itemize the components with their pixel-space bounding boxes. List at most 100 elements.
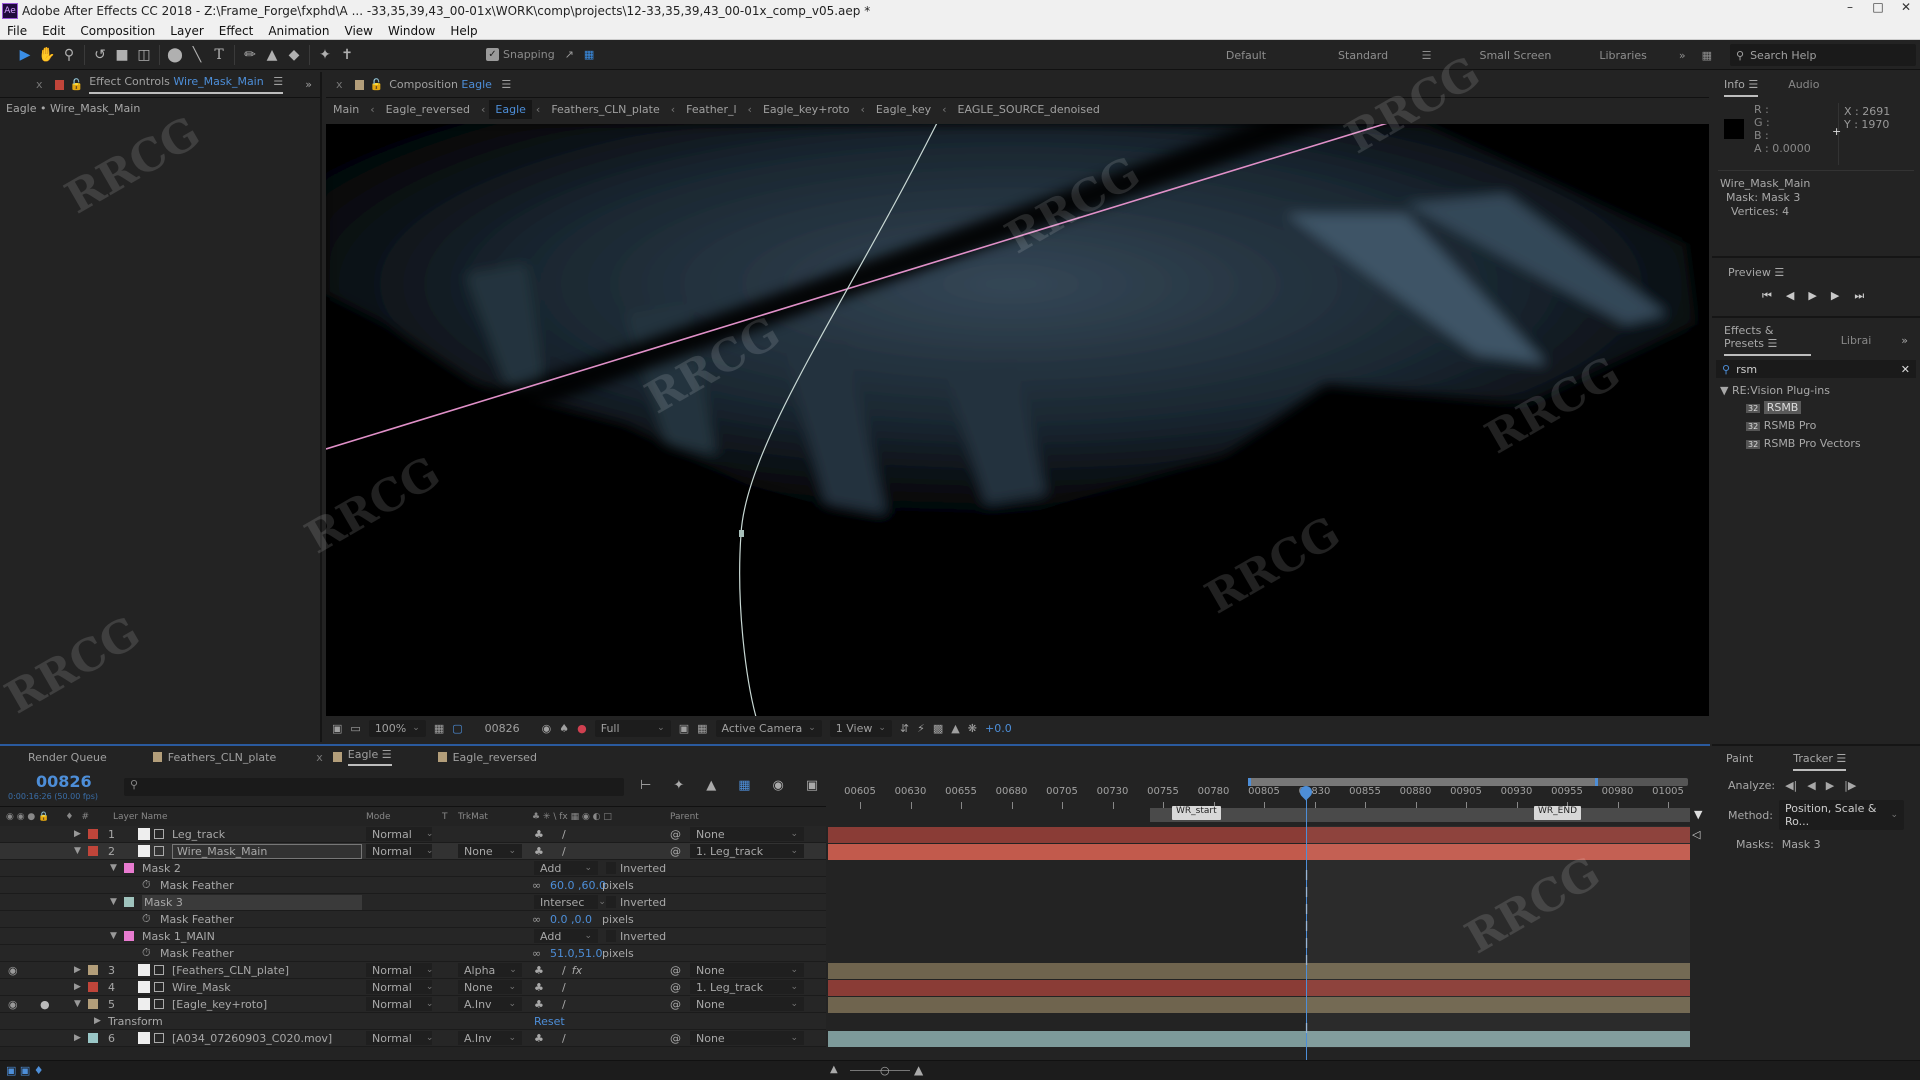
fast-previews-icon[interactable]: ⚡ bbox=[917, 722, 925, 735]
menu-edit[interactable]: Edit bbox=[35, 24, 73, 38]
timeline-tab-eagle-reversed[interactable]: Eagle_reversed bbox=[432, 751, 555, 764]
pick-whip-icon[interactable]: @ bbox=[670, 998, 681, 1011]
layer-row[interactable]: ◉ ● ▼ 5 [Eagle_key+roto] Normal ⌄ A.Inv ⌄ ♣… bbox=[0, 996, 826, 1013]
layer-row[interactable]: ▼ 2 Wire_Mask_Main Normal ⌄ None ⌄ ♣ / @ 1… bbox=[0, 843, 826, 860]
current-timecode[interactable]: 00826 bbox=[36, 772, 92, 791]
zoom-tool-icon[interactable]: ⚲ bbox=[58, 44, 80, 66]
parent-dropdown[interactable]: None ⌄ bbox=[690, 963, 804, 977]
pick-whip-icon[interactable]: @ bbox=[670, 845, 681, 858]
transform-group[interactable]: Transform bbox=[108, 1015, 163, 1028]
trkmat-dropdown[interactable]: A.Inv ⌄ bbox=[458, 997, 522, 1011]
timeline-tab-feathers[interactable]: Feathers_CLN_plate bbox=[147, 751, 316, 764]
constrain-link-icon[interactable]: ∞ bbox=[532, 913, 541, 926]
breadcrumb-eagle-key-roto[interactable]: Eagle_key+roto bbox=[756, 103, 857, 116]
parent-dropdown[interactable]: 1. Leg_track ⌄ bbox=[690, 980, 804, 994]
method-dropdown[interactable]: Position, Scale & Ro... ⌄ bbox=[1778, 800, 1904, 830]
menu-help[interactable]: Help bbox=[443, 24, 485, 38]
mask-row[interactable]: ▼ Mask 2 Add ⌄ Inverted bbox=[0, 860, 826, 877]
layer-row[interactable]: ▶ 6 [A034_07260903_C020.mov] Normal ⌄ A.I… bbox=[0, 1030, 826, 1047]
layer-name[interactable]: Wire_Mask bbox=[172, 981, 231, 994]
mask-row[interactable]: ▼ Mask 3 Intersec ⌄ Inverted bbox=[0, 894, 826, 911]
quality-switch-icon[interactable]: / fx bbox=[562, 964, 582, 977]
shy-switch-icon[interactable]: ♣ bbox=[534, 964, 544, 977]
hide-shy-layers-icon[interactable]: ▲ bbox=[706, 778, 716, 793]
layer-name[interactable]: Wire_Mask_Main bbox=[172, 843, 362, 859]
menu-window[interactable]: Window bbox=[381, 24, 443, 38]
parent-header[interactable]: Parent bbox=[670, 812, 699, 822]
work-area-bar[interactable] bbox=[1150, 808, 1690, 822]
tracker-tab[interactable]: Tracker ☰ bbox=[1793, 752, 1847, 771]
analyze-forward-1-button[interactable]: |▶ bbox=[1844, 779, 1856, 792]
timeline-tab-eagle[interactable]: x Eagle ☰ bbox=[316, 748, 431, 766]
mask-color-swatch[interactable] bbox=[124, 931, 134, 941]
constrain-link-icon[interactable]: ∞ bbox=[532, 947, 541, 960]
zoom-out-icon[interactable]: ▲ bbox=[830, 1064, 838, 1075]
stopwatch-icon[interactable]: ⏱ bbox=[142, 946, 151, 960]
toggle-pixel-aspect-icon[interactable]: ⇵ bbox=[900, 722, 909, 735]
keyframe-marker[interactable]: I bbox=[1302, 921, 1311, 935]
pick-whip-icon[interactable]: @ bbox=[670, 828, 681, 841]
expand-twirl-icon[interactable]: ▼ bbox=[74, 999, 81, 1009]
layer-row[interactable]: ▶ 4 Wire_Mask Normal ⌄ None ⌄ ♣ / @ 1. Leg… bbox=[0, 979, 826, 996]
breadcrumb-eagle-reversed[interactable]: Eagle_reversed bbox=[379, 103, 477, 116]
panel-overflow-icon[interactable]: » bbox=[305, 78, 312, 91]
layer-switches-toggle-icon[interactable]: ▣ ▣ ♦ bbox=[6, 1064, 44, 1077]
analyze-back-1-button[interactable]: ◀| bbox=[1785, 779, 1797, 792]
current-frame-readout[interactable]: 00826 bbox=[485, 722, 520, 735]
layer-name[interactable]: [A034_07260903_C020.mov] bbox=[172, 1032, 332, 1045]
mask-name[interactable]: Mask 2 bbox=[142, 862, 181, 875]
pick-whip-icon[interactable]: @ bbox=[670, 964, 681, 977]
blend-mode-dropdown[interactable]: Normal ⌄ bbox=[366, 827, 433, 841]
analyze-forward-button[interactable]: ▶ bbox=[1826, 779, 1834, 792]
comp-marker-bin-icon[interactable]: ▼ bbox=[1694, 808, 1702, 821]
region-of-interest-icon[interactable]: ▣ bbox=[679, 722, 689, 735]
hand-tool-icon[interactable]: ✋ bbox=[36, 44, 58, 66]
effects-group-revision[interactable]: ▼ RE:Vision Plug-ins bbox=[1712, 382, 1920, 399]
keyframe-marker[interactable]: I bbox=[1302, 904, 1311, 918]
clone-stamp-tool-icon[interactable]: ▲ bbox=[261, 44, 283, 66]
view-layout-dropdown[interactable]: 1 View ⌄ bbox=[829, 719, 892, 737]
show-snapshot-icon[interactable]: ♠ bbox=[559, 722, 569, 735]
keyframe-marker[interactable]: I bbox=[1302, 938, 1311, 952]
layer-label-color[interactable] bbox=[88, 1033, 98, 1043]
quality-switch-icon[interactable]: / bbox=[562, 1032, 566, 1045]
blend-mode-dropdown[interactable]: Normal ⌄ bbox=[366, 980, 433, 994]
shy-switch-icon[interactable]: ♣ bbox=[534, 998, 544, 1011]
time-navigator[interactable] bbox=[1248, 778, 1688, 786]
pan-behind-tool-icon[interactable]: ◫ bbox=[133, 44, 155, 66]
trkmat-dropdown[interactable]: None ⌄ bbox=[458, 844, 522, 858]
effect-controls-tab[interactable]: Effect Controls Wire_Mask_Main ☰ bbox=[89, 75, 284, 94]
pick-whip-icon[interactable]: @ bbox=[670, 1032, 681, 1045]
parent-dropdown[interactable]: None ⌄ bbox=[690, 997, 804, 1011]
reset-exposure-icon[interactable]: ❋ bbox=[968, 722, 977, 735]
visibility-eye-icon[interactable]: ◉ bbox=[8, 998, 18, 1011]
layer-label-color[interactable] bbox=[88, 829, 98, 839]
monitor-icon[interactable]: ▭ bbox=[350, 722, 360, 735]
menu-file[interactable]: File bbox=[0, 24, 35, 38]
paint-tab[interactable]: Paint bbox=[1726, 752, 1753, 771]
effects-presets-tab[interactable]: Effects & Presets ☰ bbox=[1724, 324, 1811, 356]
resolution-dropdown[interactable]: Full ⌄ bbox=[594, 719, 671, 737]
stopwatch-icon[interactable]: ⏱ bbox=[142, 878, 151, 892]
mask-feather-value[interactable]: 51.0,51.0 bbox=[550, 947, 602, 960]
quality-switch-icon[interactable]: / bbox=[562, 828, 566, 841]
brush-tool-icon[interactable]: ✏ bbox=[239, 44, 261, 66]
magnification-dropdown[interactable]: 100% ⌄ bbox=[368, 719, 426, 737]
mask-visibility-icon[interactable]: ▢ bbox=[452, 722, 462, 735]
audio-tab[interactable]: Audio bbox=[1788, 78, 1819, 97]
layer-label-color[interactable] bbox=[88, 982, 98, 992]
keyframe-marker[interactable]: I bbox=[1302, 1023, 1311, 1037]
inverted-checkbox[interactable] bbox=[606, 896, 616, 908]
expand-twirl-icon[interactable]: ▶ bbox=[74, 982, 81, 992]
layer-name[interactable]: [Feathers_CLN_plate] bbox=[172, 964, 289, 977]
libraries-tab[interactable]: Librai bbox=[1841, 334, 1872, 347]
shy-switch-icon[interactable]: ♣ bbox=[534, 828, 544, 841]
mask-mode-dropdown[interactable]: Add ⌄ bbox=[534, 929, 598, 943]
close-tab-icon[interactable]: x bbox=[336, 78, 343, 91]
search-help-input[interactable]: ⚲ Search Help bbox=[1730, 44, 1916, 66]
channels-icon[interactable]: ● bbox=[577, 722, 587, 735]
mask-color-swatch[interactable] bbox=[124, 863, 134, 873]
clear-search-icon[interactable]: ✕ bbox=[1901, 363, 1910, 376]
menu-composition[interactable]: Composition bbox=[73, 24, 163, 38]
exposure-value[interactable]: +0.0 bbox=[985, 722, 1012, 735]
